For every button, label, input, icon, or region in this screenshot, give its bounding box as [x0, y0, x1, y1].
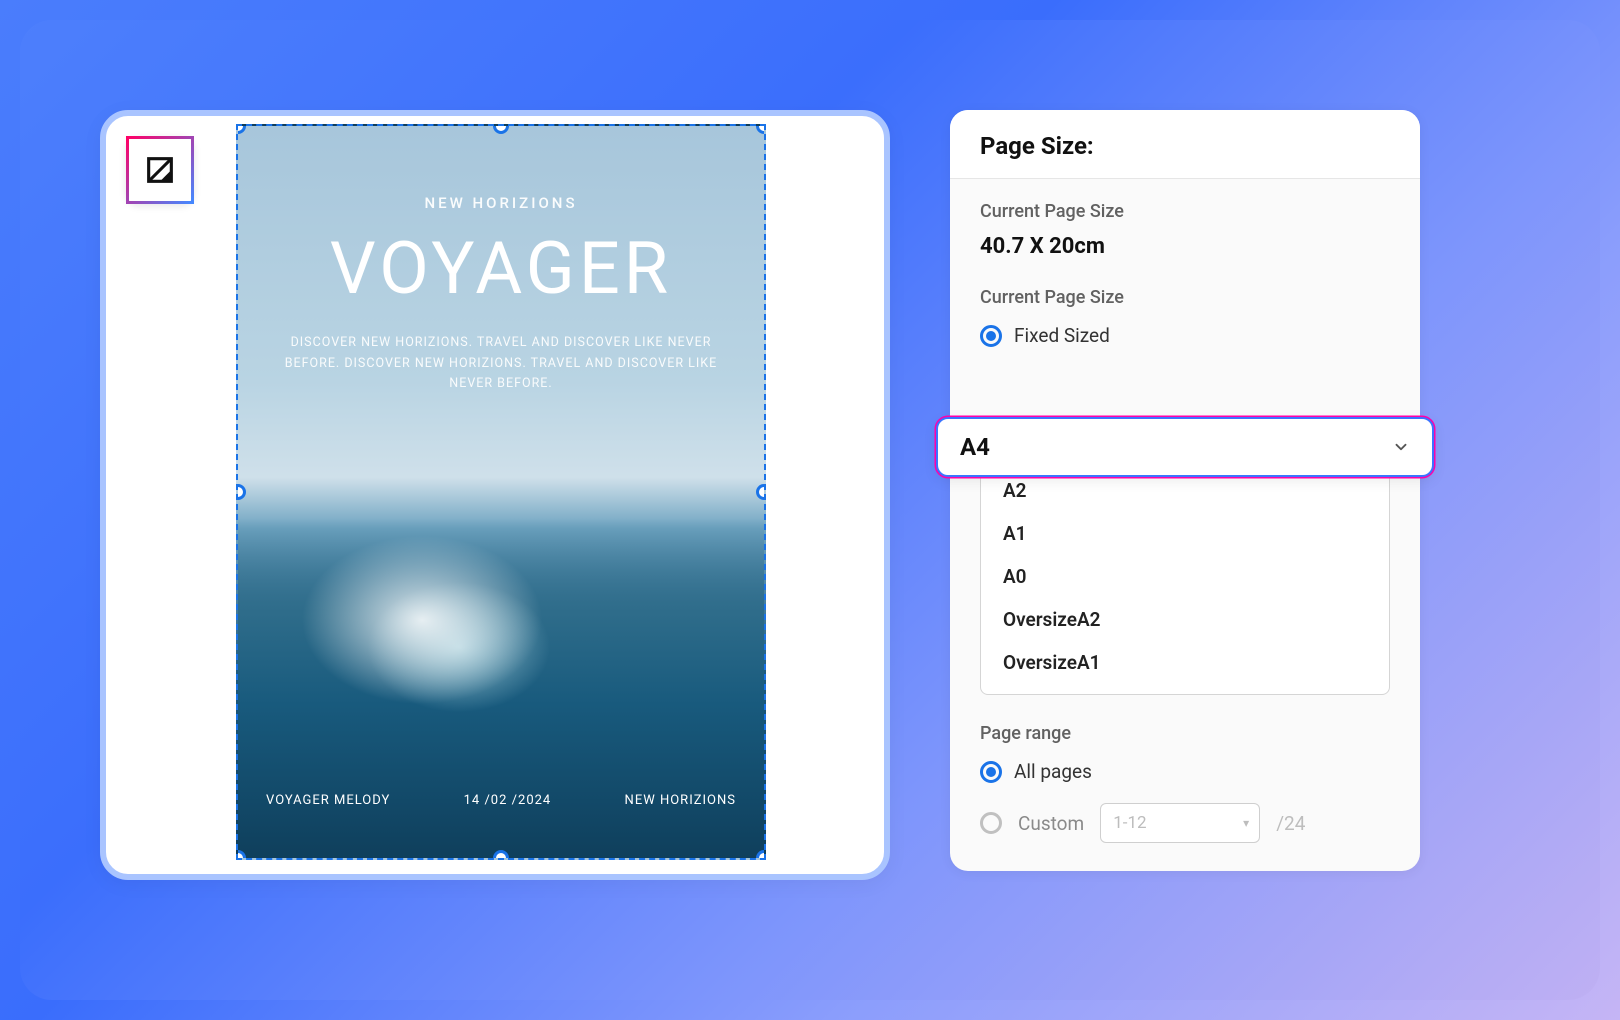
- document-artboard[interactable]: NEW HORIZIONS VOYAGER DISCOVER NEW HORIZ…: [236, 124, 766, 860]
- total-pages: /24: [1276, 812, 1305, 835]
- size-option[interactable]: A1: [981, 512, 1389, 555]
- resize-handle[interactable]: [756, 484, 766, 500]
- size-option[interactable]: OversizeA2: [981, 598, 1389, 641]
- resize-handle[interactable]: [756, 124, 766, 134]
- select-value: A4: [960, 433, 990, 461]
- current-size-label: Current Page Size: [980, 201, 1390, 222]
- page-size-panel: Page Size: Current Page Size 40.7 X 20cm…: [950, 110, 1420, 871]
- resize-handle[interactable]: [236, 124, 246, 134]
- resize-handle[interactable]: [493, 124, 509, 134]
- fixed-size-option[interactable]: Fixed Sized: [980, 324, 1390, 347]
- artwork-footer-right: NEW HORIZIONS: [625, 793, 736, 808]
- radio-selected-icon: [980, 325, 1002, 347]
- page-range-input[interactable]: 1-12 ▾: [1100, 803, 1260, 843]
- size-option[interactable]: A0: [981, 555, 1389, 598]
- page-range-label: Page range: [980, 723, 1390, 744]
- resize-handle[interactable]: [493, 850, 509, 860]
- custom-label: Custom: [1018, 812, 1084, 835]
- fixed-size-label: Fixed Sized: [1014, 324, 1110, 347]
- artwork-footer: VOYAGER MELODY 14 /02 /2024 NEW HORIZION…: [238, 793, 764, 808]
- artwork-footer-center: 14 /02 /2024: [464, 793, 552, 808]
- all-pages-label: All pages: [1014, 760, 1092, 783]
- artwork-subtitle: NEW HORIZIONS: [264, 194, 738, 212]
- app-window: NEW HORIZIONS VOYAGER DISCOVER NEW HORIZ…: [20, 20, 1600, 1000]
- resize-handle[interactable]: [756, 850, 766, 860]
- canvas-preview[interactable]: NEW HORIZIONS VOYAGER DISCOVER NEW HORIZ…: [100, 110, 890, 880]
- artwork-footer-left: VOYAGER MELODY: [266, 793, 390, 808]
- panel-title: Page Size:: [980, 132, 1390, 160]
- size-option[interactable]: OversizeA1: [981, 641, 1389, 684]
- radio-selected-icon: [980, 761, 1002, 783]
- crop-tool-button[interactable]: [126, 136, 194, 204]
- artwork-title: VOYAGER: [264, 226, 738, 311]
- chevron-down-icon: [1392, 438, 1410, 456]
- all-pages-option[interactable]: All pages: [980, 760, 1390, 783]
- chevron-down-icon: ▾: [1243, 816, 1249, 830]
- range-placeholder: 1-12: [1113, 813, 1146, 833]
- radio-unselected-icon: [980, 812, 1002, 834]
- size-mode-label: Current Page Size: [980, 287, 1390, 308]
- custom-range-option[interactable]: Custom 1-12 ▾ /24: [980, 803, 1390, 843]
- current-size-value: 40.7 X 20cm: [980, 234, 1390, 259]
- resize-handle[interactable]: [236, 484, 246, 500]
- artwork-body: DISCOVER NEW HORIZIONS. TRAVEL AND DISCO…: [264, 333, 738, 395]
- crop-icon: [143, 153, 177, 187]
- page-size-select[interactable]: A4: [936, 417, 1434, 477]
